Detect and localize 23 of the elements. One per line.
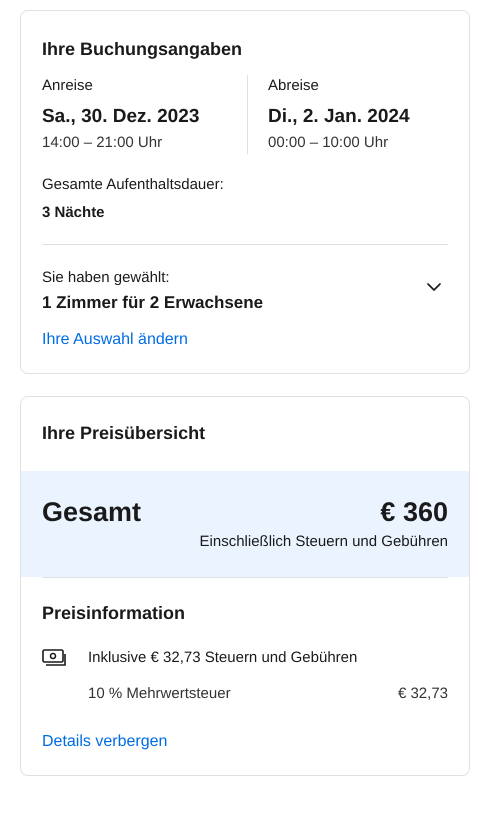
section-title: Ihre Buchungsangaben: [42, 38, 244, 61]
banknote-icon: [42, 648, 68, 668]
total-price: € 360: [380, 496, 448, 529]
date-label: Abreise: [268, 76, 320, 96]
time-range: 00:00 – 10:00 Uhr: [268, 133, 390, 153]
total-label: Gesamt: [42, 496, 142, 529]
stay-label: Gesamte Aufenthaltsdauer:: [42, 175, 225, 195]
tax-label: 10 % Mehrwertsteuer: [88, 684, 231, 704]
section-title: Preisinformation: [42, 602, 186, 625]
tax-summary: Inklusive € 32,73 Steuern und Gebühren: [88, 648, 358, 668]
time-range: 14:00 – 21:00 Uhr: [42, 133, 164, 153]
change-selection-link[interactable]: Ihre Auswahl ändern: [42, 329, 188, 351]
date-value: Sa., 30. Dez. 2023: [42, 105, 200, 129]
stay-value: 3 Nächte: [42, 203, 106, 223]
hide-details-link[interactable]: Details verbergen: [42, 731, 168, 753]
selection-label: Sie haben gewählt:: [42, 268, 171, 288]
date-value: Di., 2. Jan. 2024: [268, 105, 410, 129]
total-note: Einschließlich Steuern und Gebühren: [198, 532, 448, 552]
chevron-down-icon: [426, 282, 442, 292]
tax-amount: € 32,73: [398, 684, 448, 704]
selection-value: 1 Zimmer für 2 Erwachsene: [42, 292, 264, 314]
section-title: Ihre Preisübersicht: [41, 422, 206, 445]
date-label: Anreise: [42, 76, 94, 96]
